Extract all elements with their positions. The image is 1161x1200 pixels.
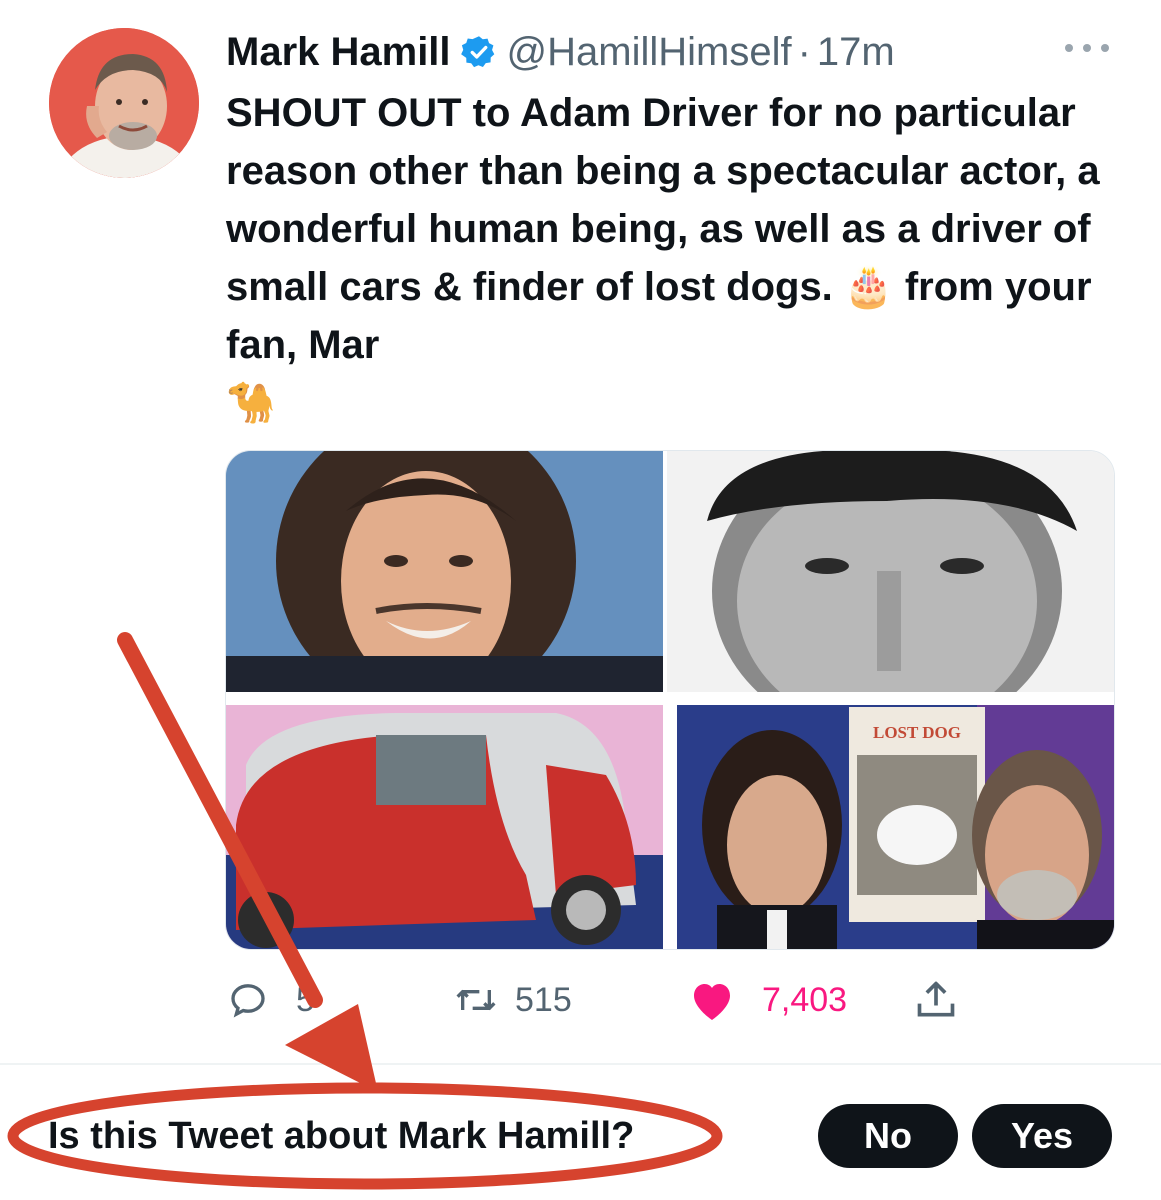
retweet-icon [453, 980, 499, 1020]
tweet-header: Mark Hamill @HamillHimself · 17m [226, 24, 895, 80]
tweet-timestamp[interactable]: 17m [817, 30, 895, 75]
media-photo-4[interactable]: LOST DOG [677, 705, 1114, 949]
header-separator: · [797, 29, 811, 74]
media-photo-2[interactable] [667, 451, 1114, 692]
like-count: 7,403 [762, 980, 848, 1019]
share-button[interactable] [914, 970, 958, 1030]
divider [0, 1063, 1161, 1065]
lost-dog-sign-text: LOST DOG [872, 723, 962, 742]
reply-count: 5 [296, 980, 315, 1019]
yes-button[interactable]: Yes [972, 1104, 1112, 1168]
retweet-count: 515 [515, 980, 572, 1019]
tweet-action-bar: 5 515 7,403 [228, 970, 988, 1030]
verified-badge-icon [460, 34, 497, 70]
retweet-button[interactable]: 515 [453, 970, 572, 1030]
author-avatar[interactable] [49, 28, 199, 178]
media-photo-1[interactable] [226, 451, 663, 692]
no-button[interactable]: No [818, 1104, 958, 1168]
tweet-text: SHOUT OUT to Adam Driver for no particul… [226, 84, 1126, 432]
media-photo-3[interactable] [226, 705, 663, 949]
reply-button[interactable]: 5 [228, 970, 315, 1030]
reply-icon [228, 980, 268, 1020]
camel-emoji: 🐪 [226, 381, 276, 425]
share-icon [914, 978, 958, 1022]
topic-feedback-question: Is this Tweet about Mark Hamill? [48, 1115, 635, 1157]
tweet-media-grid: LOST DOG [225, 450, 1115, 950]
author-handle[interactable]: @HamillHimself [507, 30, 792, 75]
birthday-cake-emoji: 🎂 [843, 265, 894, 309]
like-button[interactable]: 7,403 [688, 970, 847, 1030]
more-horizontal-icon[interactable] [1065, 36, 1109, 60]
heart-icon [688, 978, 736, 1022]
author-name[interactable]: Mark Hamill [226, 30, 451, 75]
